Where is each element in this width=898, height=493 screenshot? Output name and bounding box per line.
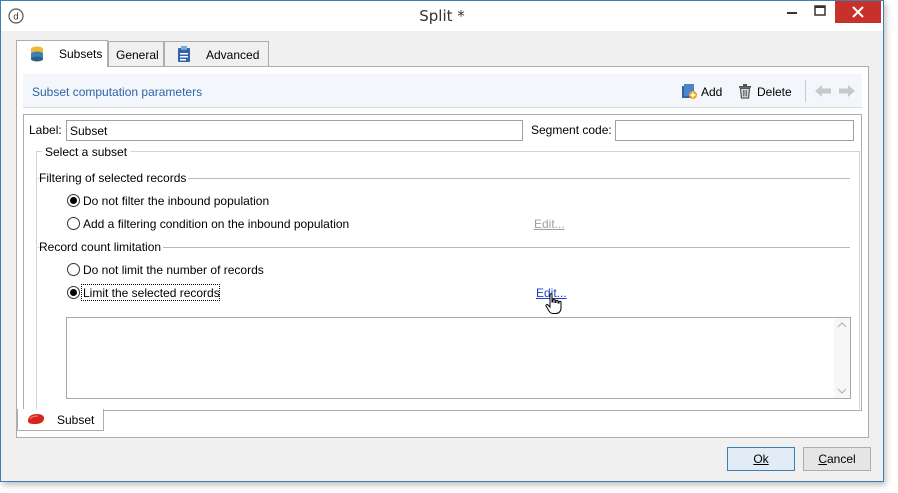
subset-icon <box>28 414 44 424</box>
add-label: Add <box>701 85 723 99</box>
database-icon <box>31 46 43 62</box>
add-button[interactable]: Add <box>681 83 729 101</box>
focus-ring <box>81 284 220 301</box>
tab-general[interactable]: General <box>108 41 164 66</box>
add-filter-radio[interactable] <box>67 217 80 230</box>
select-subset-title: Select a subset <box>42 145 131 159</box>
tab-advanced[interactable]: Advanced <box>164 41 269 66</box>
no-filter-radio[interactable] <box>67 194 80 207</box>
filtering-title: Filtering of selected records <box>39 171 189 185</box>
no-filter-label[interactable]: Do not filter the inbound population <box>83 194 269 208</box>
close-button[interactable] <box>835 1 881 23</box>
clipboard-icon <box>178 46 190 62</box>
window-title: Split * <box>419 7 465 25</box>
limitation-title: Record count limitation <box>39 240 164 254</box>
subset-form: Label: Subset Segment code: Select a sub… <box>23 114 862 411</box>
label-caption: Label: <box>29 123 62 137</box>
parameters-header: Subset computation parameters Add Delete <box>23 74 862 108</box>
limit-records-radio[interactable] <box>67 286 80 299</box>
arrow-left-icon[interactable] <box>814 84 832 98</box>
filter-edit-link: Edit... <box>534 217 565 231</box>
delete-label: Delete <box>757 85 792 99</box>
segment-code-caption: Segment code: <box>531 123 612 137</box>
cancel-label: Cancel <box>818 452 856 466</box>
split-dialog: d Split * Subsets General Advanced Subse… <box>0 0 884 482</box>
delete-button[interactable]: Delete <box>737 83 799 101</box>
no-limit-label[interactable]: Do not limit the number of records <box>83 263 264 277</box>
tab-subsets-label: Subsets <box>59 47 103 61</box>
ok-label: Ok <box>753 452 769 466</box>
arrow-right-icon[interactable] <box>838 84 856 98</box>
ok-button[interactable]: Ok <box>727 447 795 471</box>
minimize-icon <box>787 12 797 14</box>
tab-subsets[interactable]: Subsets <box>16 40 108 67</box>
toolbar-divider <box>805 80 806 102</box>
segment-code-input[interactable] <box>615 120 854 141</box>
scroll-arrows-icon <box>837 322 847 394</box>
hand-cursor-icon <box>545 293 562 314</box>
subset-list-tab[interactable]: Subset <box>17 409 104 431</box>
maximize-icon <box>814 5 826 16</box>
add-icon <box>682 84 697 99</box>
trash-icon <box>739 84 751 99</box>
cancel-button[interactable]: Cancel <box>803 447 871 471</box>
subset-tab-label: Subset <box>57 413 95 427</box>
tab-advanced-label: Advanced <box>206 48 260 62</box>
vertical-scrollbar[interactable] <box>834 318 850 398</box>
tab-general-label: General <box>116 48 159 62</box>
minimize-button[interactable] <box>777 1 807 23</box>
title-bar[interactable]: d Split * <box>1 1 883 31</box>
maximize-button[interactable] <box>805 1 835 23</box>
close-icon <box>852 6 864 18</box>
limit-description-area[interactable] <box>66 317 851 399</box>
add-filter-label[interactable]: Add a filtering condition on the inbound… <box>83 217 349 231</box>
no-limit-radio[interactable] <box>67 263 80 276</box>
subsets-panel: Subset computation parameters Add Delete… <box>16 66 869 438</box>
parameters-title: Subset computation parameters <box>32 85 203 99</box>
label-input[interactable]: Subset <box>66 120 523 141</box>
